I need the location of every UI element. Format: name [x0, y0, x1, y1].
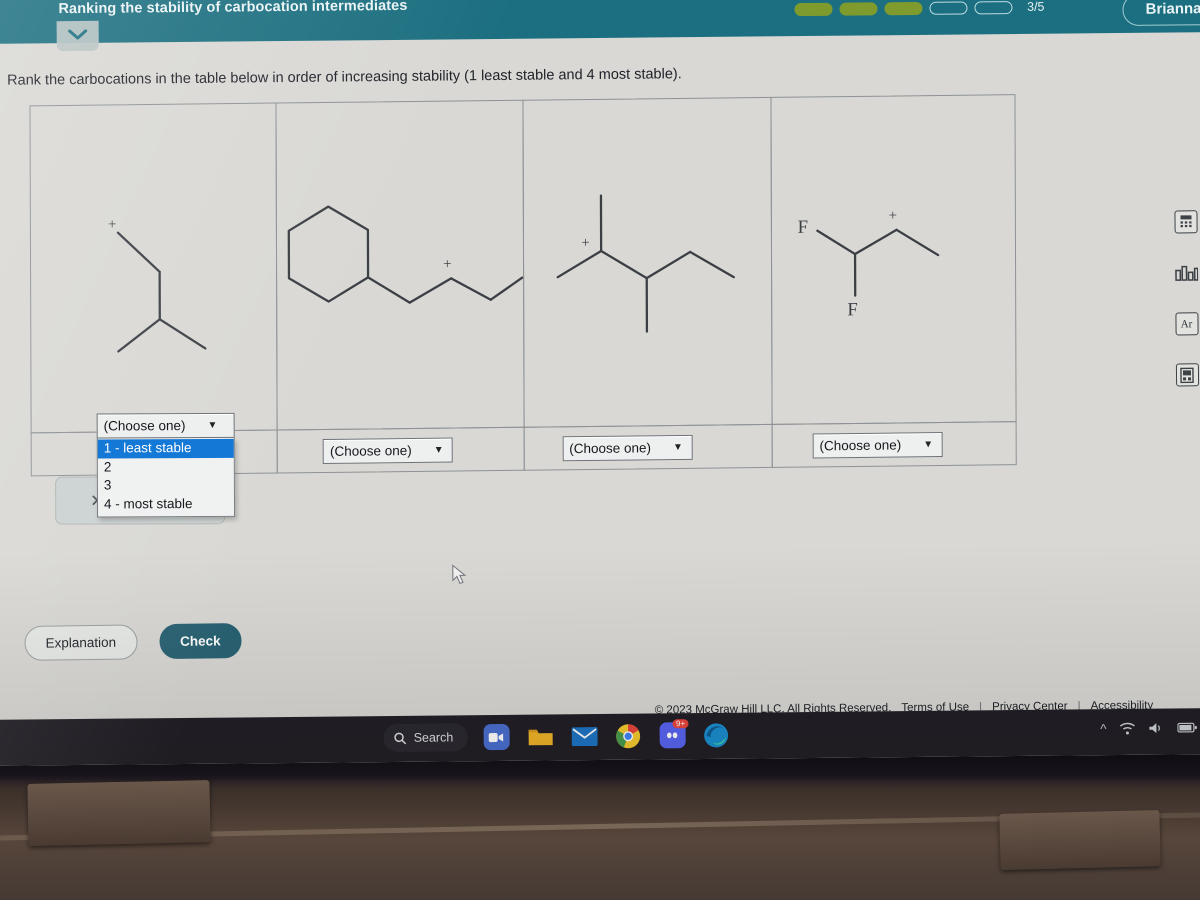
plus-charge-label: +: [581, 235, 589, 251]
reference-tool-icon[interactable]: [1175, 363, 1199, 387]
progress-indicator: 3/5: [794, 0, 1045, 16]
teams-icon[interactable]: [481, 722, 511, 752]
chevron-down-icon: ▼: [672, 441, 683, 453]
rank-select-3[interactable]: (Choose one) ▼: [562, 434, 693, 461]
rank-option-2[interactable]: 2: [98, 457, 234, 476]
skeletal-structure-4: F F +: [797, 208, 940, 320]
discord-icon[interactable]: 9+: [657, 719, 689, 750]
action-buttons: Explanation Check: [24, 623, 242, 661]
taskbar-search-box[interactable]: Search: [383, 723, 468, 753]
chevron-down-icon: ▼: [433, 444, 444, 456]
rank-option-4[interactable]: 4 - most stable: [98, 494, 234, 513]
plus-charge-label: +: [888, 208, 896, 224]
skeletal-structure-2: +: [287, 205, 524, 304]
atom-label-f2: F: [847, 299, 858, 320]
plus-charge-label: +: [443, 256, 451, 272]
periodic-table-label: Ar: [1180, 317, 1193, 330]
rank-option-3[interactable]: 3: [98, 476, 234, 495]
laptop-hinge-right: [999, 810, 1161, 870]
collapse-panel-button[interactable]: [56, 20, 99, 52]
rank-select-1-box[interactable]: (Choose one) ▼: [96, 412, 235, 439]
laptop-hinge-left: [27, 780, 211, 846]
progress-segment: [884, 1, 923, 15]
rank-select-2-value: (Choose one): [329, 442, 412, 459]
chevron-down-icon: [68, 29, 88, 40]
structure-cell-1: +: [29, 102, 278, 434]
laptop-screen: Ranking the stability of carbocation int…: [0, 0, 1200, 766]
periodic-table-icon[interactable]: Ar: [1174, 312, 1199, 336]
progress-segment: [794, 2, 833, 16]
structure-cell-3: +: [521, 96, 773, 428]
chevron-down-icon: ▼: [923, 438, 934, 450]
skeletal-structure-3: +: [556, 194, 735, 333]
chevron-up-icon[interactable]: ^: [1100, 721, 1106, 736]
rank-select-2[interactable]: (Choose one) ▼: [322, 437, 453, 464]
taskbar-search-label: Search: [413, 730, 454, 745]
page-title: Ranking the stability of carbocation int…: [58, 0, 408, 18]
answer-cell-4: (Choose one) ▼: [771, 421, 1017, 468]
taskbar-items: Search 9+: [340, 719, 732, 754]
rank-select-1-value: (Choose one): [103, 418, 186, 434]
bar-chart-icon[interactable]: [1174, 261, 1198, 284]
answer-cell-2: (Choose one) ▼: [276, 426, 525, 474]
mail-icon[interactable]: [569, 721, 599, 751]
mouse-cursor: [452, 564, 467, 584]
volume-icon[interactable]: [1148, 722, 1164, 735]
answer-cell-3: (Choose one) ▼: [523, 423, 773, 471]
progress-segment: [974, 0, 1013, 14]
rank-options-list: 1 - least stable 2 3 4 - most stable: [96, 437, 236, 518]
app-header: Ranking the stability of carbocation int…: [0, 0, 1200, 44]
edge-icon[interactable]: [701, 720, 731, 750]
explanation-button[interactable]: Explanation: [24, 624, 138, 661]
check-button[interactable]: Check: [158, 623, 242, 660]
user-account-chip[interactable]: Brianna: [1122, 0, 1200, 26]
structure-cell-4: F F +: [770, 94, 1017, 425]
screenshot-photo: Ranking the stability of carbocation int…: [0, 0, 1200, 900]
start-icon[interactable]: [340, 723, 370, 753]
search-icon: [394, 732, 407, 744]
progress-segment: [929, 0, 968, 15]
skeletal-structure-1: +: [108, 217, 207, 353]
chevron-down-icon: ▼: [207, 419, 218, 431]
progress-label: 3/5: [1027, 0, 1045, 14]
structures-row: + + + F F +: [29, 94, 1017, 434]
battery-icon[interactable]: [1177, 722, 1197, 733]
tool-strip: Ar: [1168, 210, 1200, 387]
discord-badge: 9+: [672, 719, 689, 729]
calculator-icon[interactable]: [1173, 210, 1198, 234]
rank-select-1-open[interactable]: (Choose one) ▼ 1 - least stable 2 3 4 - …: [96, 412, 236, 518]
system-tray: ^: [1100, 720, 1197, 736]
atom-label-f1: F: [797, 217, 808, 238]
rank-select-3-value: (Choose one): [569, 439, 652, 456]
chrome-icon[interactable]: [613, 721, 643, 751]
rank-select-4-value: (Choose one): [819, 436, 902, 453]
wifi-icon[interactable]: [1119, 722, 1135, 735]
plus-charge-label: +: [108, 217, 116, 233]
question-prompt: Rank the carbocations in the table below…: [7, 66, 682, 89]
file-explorer-icon[interactable]: [525, 721, 555, 751]
structure-cell-2: +: [275, 99, 525, 431]
progress-segment: [839, 1, 878, 16]
rank-option-1[interactable]: 1 - least stable: [97, 438, 234, 458]
rank-select-4[interactable]: (Choose one) ▼: [812, 431, 943, 458]
